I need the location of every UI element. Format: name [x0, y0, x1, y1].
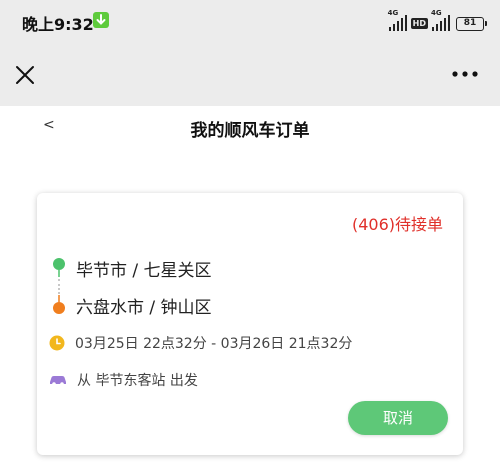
- destination-pin-icon: [53, 295, 65, 314]
- battery-icon: 81: [456, 17, 487, 31]
- status-time: 晚上9:32: [22, 15, 94, 34]
- departure-text: 从 毕节东客站 出发: [77, 373, 198, 389]
- clock-icon: [49, 335, 65, 351]
- page-header: < 我的顺风车订单: [0, 106, 500, 152]
- status-bar: 晚上9:32 4G HD 4G 81: [0, 0, 500, 42]
- signal-icon-2: 4G: [431, 9, 450, 31]
- download-icon: [93, 12, 109, 28]
- route-connector: [58, 279, 60, 294]
- battery-level: 81: [463, 18, 477, 28]
- origin-row: 毕节市 / 七星关区: [52, 257, 212, 281]
- order-status: (406)待接单: [351, 215, 443, 234]
- departure-row: 从 毕节东客站 出发: [49, 370, 198, 390]
- destination-row: 六盘水市 / 钟山区: [52, 294, 212, 318]
- time-range-text: 03月25日 22点32分 - 03月26日 21点32分: [75, 336, 353, 352]
- order-card[interactable]: (406)待接单 毕节市 / 七星关区 六盘水市 / 钟山区 03月25日 22…: [37, 193, 463, 455]
- destination-text: 六盘水市 / 钟山区: [76, 297, 212, 318]
- more-dots-icon[interactable]: [450, 66, 480, 82]
- close-icon[interactable]: [14, 64, 36, 86]
- origin-pin-icon: [53, 258, 65, 277]
- page-title: 我的顺风车订单: [190, 121, 310, 141]
- webview-toolbar: [0, 42, 500, 106]
- signal-icon: 4G: [388, 9, 407, 31]
- time-row: 03月25日 22点32分 - 03月26日 21点32分: [49, 333, 352, 353]
- car-icon: [50, 376, 66, 386]
- origin-text: 毕节市 / 七星关区: [76, 260, 212, 281]
- cancel-button[interactable]: 取消: [348, 401, 448, 435]
- hd-badge: HD: [410, 18, 428, 29]
